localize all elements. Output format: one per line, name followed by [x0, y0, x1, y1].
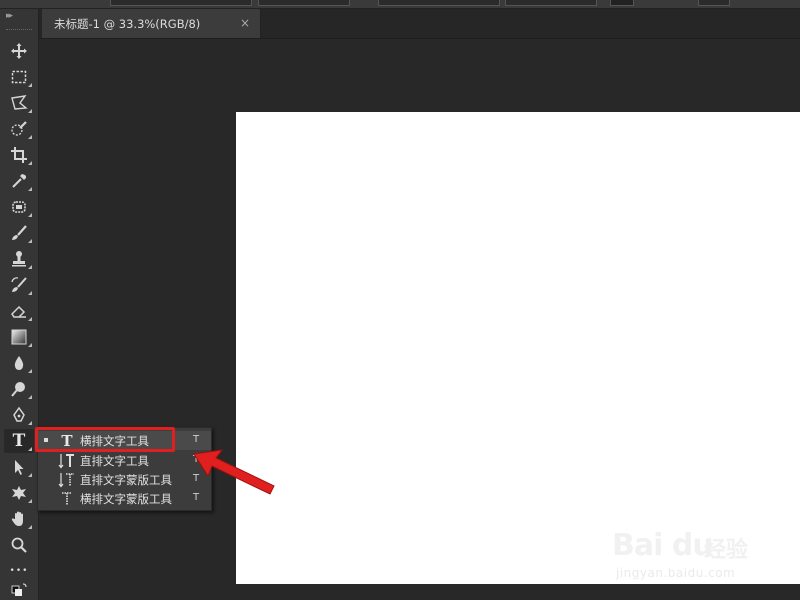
eyedropper-icon [12, 174, 27, 188]
more-tools[interactable]: ••• [4, 559, 34, 583]
tool-group-indicator [28, 317, 32, 321]
tool-group-indicator [28, 135, 32, 139]
tool-group-indicator [28, 83, 32, 87]
annotation-highlight-box [35, 427, 175, 452]
pen-icon [13, 406, 25, 422]
blur-tool[interactable] [4, 351, 34, 375]
pen-tool[interactable] [4, 403, 34, 427]
color-swatches[interactable] [4, 583, 34, 599]
clone-stamp-icon [12, 251, 26, 267]
vertical-type-mask-icon [58, 471, 76, 488]
ellipsis-icon: ••• [9, 566, 29, 576]
history-brush-icon [11, 277, 27, 292]
baidu-jingyan-watermark: Bai du 经验 jingyan.baidu.com [612, 510, 800, 590]
quick-select-icon [11, 121, 27, 136]
custom-shape-icon [12, 486, 26, 500]
tool-group-indicator [28, 109, 32, 113]
tool-group-indicator [28, 447, 32, 451]
tool-group-indicator [28, 343, 32, 347]
options-bar [0, 0, 800, 9]
tool-group-indicator [28, 239, 32, 243]
rect-marquee-icon [11, 70, 27, 84]
tool-group-indicator [28, 473, 32, 477]
gradient-tool[interactable] [4, 325, 34, 349]
tool-group-indicator [28, 187, 32, 191]
vertical-type-icon [58, 452, 76, 469]
tool-group-indicator [28, 369, 32, 373]
flyout-item-label: 直排文字工具 [80, 454, 149, 468]
shape-tool[interactable] [4, 481, 34, 505]
brush-tool[interactable] [4, 221, 34, 245]
flyout-item-vertical-type-mask[interactable]: 直排文字蒙版工具 T [38, 470, 211, 489]
marquee-tool[interactable] [4, 65, 34, 89]
tool-group-indicator [28, 421, 32, 425]
document-tab[interactable]: 未标题-1 @ 33.3%(RGB/8) × [42, 9, 261, 38]
blur-drop-icon [14, 356, 24, 370]
tools-panel: ▸▸ T ••• [0, 9, 39, 600]
panel-grip[interactable] [6, 29, 32, 32]
options-field[interactable] [258, 0, 350, 6]
path-select-tool[interactable] [4, 455, 34, 479]
eraser-icon [11, 305, 26, 318]
hand-tool[interactable] [4, 507, 34, 531]
flyout-item-label: 直排文字蒙版工具 [80, 473, 172, 487]
options-field[interactable] [505, 0, 597, 6]
flyout-item-horizontal-type-mask[interactable]: 横排文字蒙版工具 T [38, 489, 211, 508]
healing-brush-icon [12, 201, 26, 213]
move-tool[interactable] [4, 39, 34, 63]
horizontal-type-mask-icon [58, 490, 76, 507]
arrow-select-icon [15, 460, 24, 475]
watermark-url: jingyan.baidu.com [616, 566, 736, 580]
options-swatch[interactable] [610, 0, 634, 6]
zoom-icon [11, 537, 27, 553]
healing-tool[interactable] [4, 195, 34, 219]
zoom-tool[interactable] [4, 533, 34, 557]
crop-icon [11, 147, 27, 163]
swap-colors-icon [11, 583, 27, 596]
document-tab-bar: 未标题-1 @ 33.3%(RGB/8) × [39, 9, 800, 39]
tool-group-indicator [28, 499, 32, 503]
close-icon[interactable]: × [240, 16, 250, 30]
history-brush-tool[interactable] [4, 273, 34, 297]
dodge-icon [11, 382, 25, 397]
lasso-tool[interactable] [4, 91, 34, 115]
move-icon [11, 43, 27, 59]
tool-group-indicator [28, 395, 32, 399]
type-icon: T [12, 431, 26, 451]
tool-group-indicator [28, 525, 32, 529]
eyedropper-tool[interactable] [4, 169, 34, 193]
panel-collapse-icon[interactable]: ▸▸ [6, 11, 13, 21]
options-field[interactable] [378, 0, 500, 6]
crop-tool[interactable] [4, 143, 34, 167]
hand-icon [11, 511, 23, 526]
options-field[interactable] [110, 0, 252, 6]
tool-group-indicator [28, 265, 32, 269]
polygon-lasso-icon [11, 95, 28, 110]
eraser-tool[interactable] [4, 299, 34, 323]
watermark-logo: Bai du [612, 528, 714, 563]
tool-group-indicator [28, 291, 32, 295]
tool-group-indicator [28, 161, 32, 165]
gradient-icon [11, 329, 27, 345]
annotation-arrow-icon [193, 449, 275, 495]
brush-icon [12, 225, 27, 240]
flyout-item-label: 横排文字蒙版工具 [80, 492, 172, 506]
document-title: 未标题-1 @ 33.3%(RGB/8) [54, 16, 201, 31]
quick-select-tool[interactable] [4, 117, 34, 141]
watermark-title: 经验 [704, 538, 749, 563]
options-button[interactable] [698, 0, 730, 6]
dodge-tool[interactable] [4, 377, 34, 401]
flyout-item-vertical-type[interactable]: 直排文字工具 T [38, 451, 211, 470]
stamp-tool[interactable] [4, 247, 34, 271]
type-tool[interactable]: T [4, 429, 34, 453]
tool-group-indicator [28, 213, 32, 217]
